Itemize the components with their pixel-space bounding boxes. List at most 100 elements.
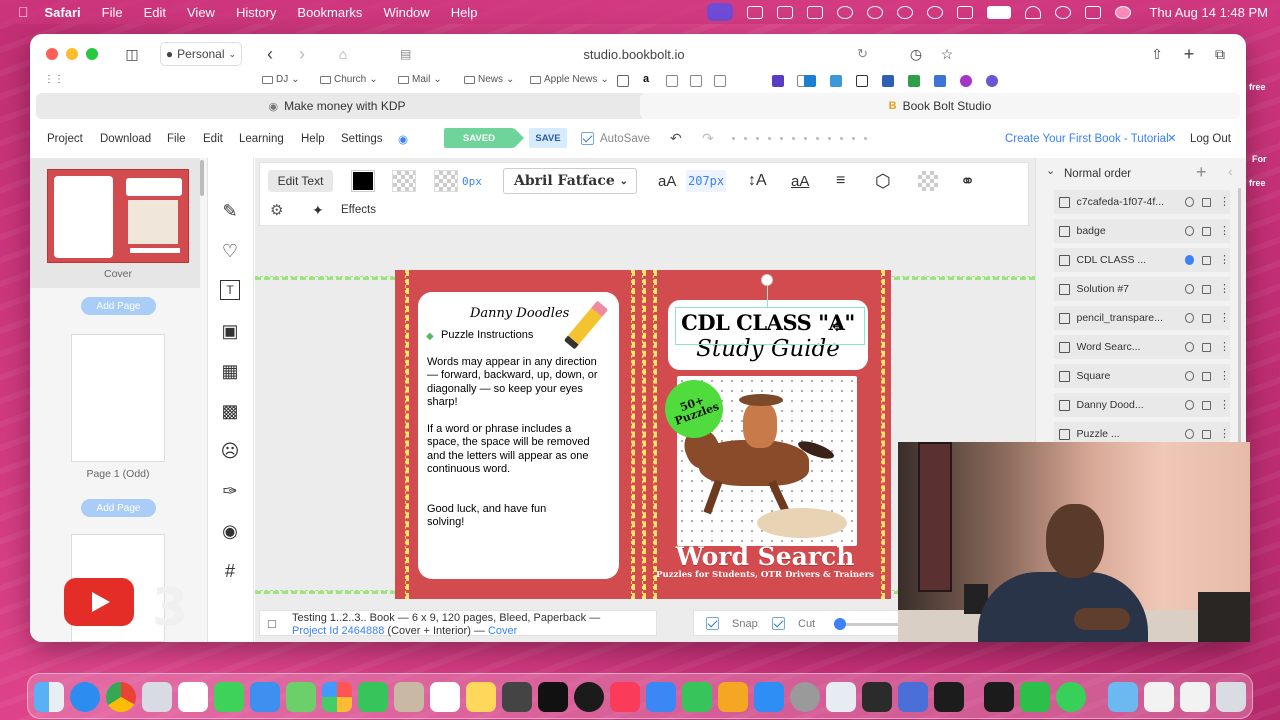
status-icon-b[interactable] [747, 5, 764, 19]
lock-icon[interactable] [1202, 342, 1211, 352]
tab-overview-icon[interactable]: ⧉ [1210, 42, 1230, 66]
more-options-icon[interactable]: ⋮ [1219, 399, 1230, 411]
layer-row[interactable]: Square ⋮ [1054, 364, 1230, 388]
nav-edit[interactable]: Edit [203, 133, 223, 145]
pages-scrollbar[interactable] [200, 160, 204, 196]
record-icon[interactable] [837, 5, 854, 19]
cow-icon[interactable]: ◉ [219, 520, 241, 542]
capture-icon[interactable] [574, 682, 604, 712]
profile-button[interactable]: ● Personal ⌄ [160, 42, 242, 66]
snap-checkbox[interactable] [706, 617, 719, 633]
messages-icon[interactable] [214, 682, 244, 712]
eye-icon[interactable]: ◉ [398, 132, 408, 146]
pages-icon[interactable] [718, 682, 748, 712]
mail-icon[interactable] [250, 682, 280, 712]
grid-hash-icon[interactable]: # [219, 560, 241, 582]
add-page-button-2[interactable]: Add Page [81, 499, 156, 517]
photos-icon[interactable] [322, 682, 352, 712]
more-options-icon[interactable]: ⋮ [1219, 254, 1230, 266]
word-search-title[interactable]: Word Search [645, 542, 885, 571]
fav-icon-6[interactable] [772, 75, 784, 87]
layer-row[interactable]: Danny Dood... ⋮ [1054, 393, 1230, 417]
align-center-icon[interactable]: ≡ [836, 170, 845, 192]
share-icon[interactable]: ⇧ [1147, 42, 1167, 66]
grid-app-icon[interactable] [984, 682, 1014, 712]
shapes-icon[interactable]: ♡ [219, 240, 241, 262]
whatsapp-icon[interactable] [1056, 682, 1086, 712]
lock-icon[interactable] [1202, 255, 1211, 265]
pencil-image-icon[interactable] [563, 300, 609, 350]
brick-pattern-icon[interactable]: ▩ [219, 400, 241, 422]
maps-icon[interactable] [286, 682, 316, 712]
recent-doc-icon-2[interactable] [1180, 682, 1210, 712]
3d-box-icon[interactable]: ⬡ [875, 170, 891, 192]
clock-status-icon[interactable] [867, 5, 884, 19]
text-color-swatch[interactable] [351, 170, 375, 192]
chevron-down-icon[interactable]: ⌄ [1046, 164, 1055, 177]
notes-icon[interactable] [466, 682, 496, 712]
menu-bookmarks[interactable]: Bookmarks [297, 5, 362, 20]
fav-icon-13[interactable] [934, 75, 946, 87]
more-options-icon[interactable]: ⋮ [1219, 196, 1230, 208]
visibility-toggle[interactable] [1184, 429, 1195, 439]
underline-icon[interactable]: aA [791, 170, 809, 192]
font-size-value[interactable]: 207px [686, 170, 727, 192]
visibility-toggle[interactable] [1184, 226, 1195, 236]
more-options-icon[interactable]: ⋮ [1219, 225, 1230, 237]
layer-row[interactable]: CDL CLASS ... ⋮ [1054, 248, 1230, 272]
project-id-link[interactable]: Project Id 2464888 [292, 625, 384, 637]
layers-scrollbar[interactable] [1238, 188, 1241, 448]
history-clock-icon[interactable]: ◷ [906, 42, 926, 66]
screen-mirror-icon[interactable] [707, 3, 734, 21]
fav-icon-5[interactable] [714, 75, 726, 87]
sidebar-toggle-icon[interactable]: ◫ [122, 42, 142, 66]
fav-icon-1[interactable] [617, 75, 629, 87]
lock-icon[interactable] [1202, 400, 1211, 410]
menu-history[interactable]: History [236, 5, 276, 20]
selection-handle-top[interactable] [761, 274, 773, 286]
menu-file[interactable]: File [102, 5, 123, 20]
visibility-toggle[interactable] [1184, 371, 1195, 381]
close-window-button[interactable] [46, 48, 58, 60]
opacity-icon[interactable] [918, 171, 938, 191]
fav-folder-dj[interactable]: DJ ⌄ [262, 74, 300, 85]
fav-folder-mail[interactable]: Mail ⌄ [398, 74, 442, 85]
more-options-icon[interactable]: ⋮ [1219, 283, 1230, 295]
cover-thumbnail[interactable] [47, 169, 189, 263]
visibility-toggle[interactable] [1184, 313, 1195, 323]
autosave-checkbox[interactable] [581, 132, 594, 148]
finder-icon[interactable] [34, 682, 64, 712]
fav-folder-church[interactable]: Church ⌄ [320, 74, 378, 85]
trash-icon[interactable] [1216, 682, 1246, 712]
comment-icon[interactable]: □ [268, 616, 276, 631]
edit-text-button[interactable]: Edit Text [268, 170, 333, 192]
paint-brush-icon[interactable]: ✑ [219, 480, 241, 502]
instructions-title[interactable]: Puzzle Instructions [441, 329, 533, 341]
fav-icon-12[interactable] [908, 75, 920, 87]
back-button[interactable]: ‹ [260, 42, 280, 66]
preview-icon[interactable] [826, 682, 856, 712]
fav-icon-8[interactable] [804, 75, 816, 87]
keynote-icon[interactable] [646, 682, 676, 712]
settings-gear-icon[interactable]: ⚙ [270, 199, 283, 221]
forward-button[interactable]: › [292, 42, 312, 66]
stroke-color-swatch[interactable] [392, 170, 416, 192]
link-icon[interactable]: ⚭ [960, 170, 975, 192]
chrome-icon[interactable] [106, 682, 136, 712]
moon-icon[interactable] [927, 5, 944, 19]
menu-view[interactable]: View [187, 5, 215, 20]
nav-help[interactable]: Help [301, 133, 325, 145]
facetime-icon[interactable] [358, 682, 388, 712]
text-tool-icon[interactable]: T [220, 280, 240, 300]
instructions-para-1[interactable]: Words may appear in any direction — forw… [427, 356, 607, 410]
tutorial-link[interactable]: Create Your First Book - Tutorial [1005, 133, 1169, 145]
minimize-window-button[interactable] [66, 48, 78, 60]
lock-icon[interactable] [1202, 371, 1211, 381]
voice-memos-icon[interactable] [934, 682, 964, 712]
maze-icon[interactable]: ▦ [219, 360, 241, 382]
phone-link-icon[interactable] [1020, 682, 1050, 712]
more-options-icon[interactable]: ⋮ [1219, 370, 1230, 382]
fav-folder-apple-news[interactable]: Apple News ⌄ [530, 74, 609, 85]
close-tutorial-icon[interactable]: ✕ [1167, 131, 1177, 145]
zoom-window-button[interactable] [86, 48, 98, 60]
